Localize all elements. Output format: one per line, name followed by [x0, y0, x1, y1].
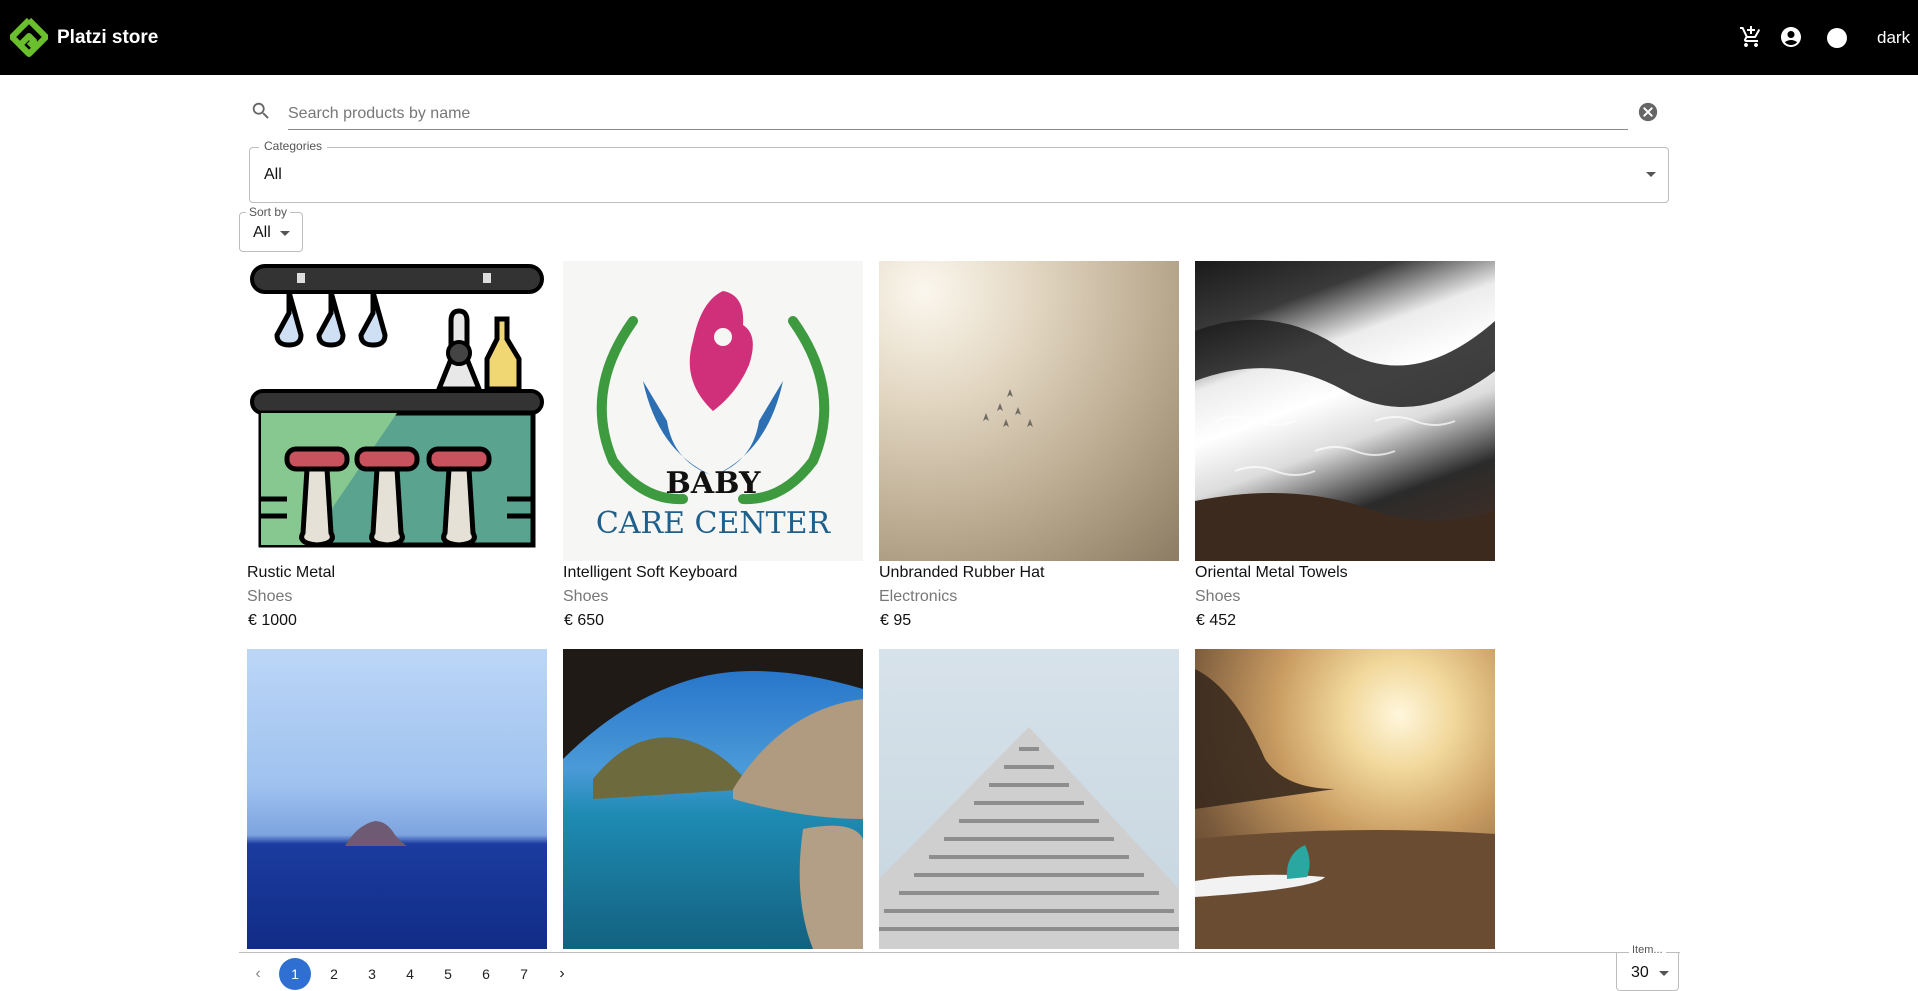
categories-value: All	[264, 166, 282, 183]
caret-down-icon	[1659, 971, 1669, 976]
next-page-icon[interactable]: ›	[546, 958, 578, 990]
page-button-4[interactable]: 4	[394, 958, 426, 990]
product-category: Shoes	[1195, 588, 1241, 605]
items-per-page-value: 30	[1631, 964, 1649, 981]
product-category: Shoes	[247, 588, 293, 605]
baby-logo-line1: BABY	[666, 466, 761, 501]
theme-label[interactable]: dark	[1877, 28, 1910, 48]
page-button-2[interactable]: 2	[318, 958, 350, 990]
product-image[interactable]	[1195, 261, 1495, 561]
caret-down-icon	[280, 231, 290, 236]
product-image[interactable]	[879, 649, 1179, 949]
search-bar	[248, 98, 1666, 130]
search-icon	[252, 102, 269, 119]
baby-logo-line2: CARE CENTER	[596, 506, 832, 541]
items-per-page-select[interactable]: 30	[1616, 952, 1679, 991]
product-name[interactable]: Intelligent Soft Keyboard	[563, 564, 737, 582]
clear-search-icon[interactable]	[1637, 101, 1659, 123]
product-price: € 95	[880, 612, 912, 629]
footer-divider	[239, 952, 1680, 953]
product-image[interactable]	[247, 261, 547, 561]
page-button-3[interactable]: 3	[356, 958, 388, 990]
search-input[interactable]	[288, 100, 1628, 130]
page-button-1[interactable]: 1	[279, 958, 311, 990]
product-price: € 1000	[248, 612, 297, 629]
product-image[interactable]	[879, 261, 1179, 561]
items-per-page-label: Item...	[1629, 944, 1666, 956]
product-category: Shoes	[563, 588, 609, 605]
brand-name[interactable]: Platzi store	[57, 27, 158, 49]
caret-down-icon	[1646, 172, 1656, 177]
product-image[interactable]: BABY CARE CENTER	[563, 261, 863, 561]
product-image[interactable]	[1195, 649, 1495, 949]
categories-label: Categories	[259, 139, 328, 153]
product-name[interactable]: Oriental Metal Towels	[1195, 564, 1348, 582]
sort-label: Sort by	[246, 205, 291, 219]
categories-select[interactable]: Categories All	[249, 139, 1669, 203]
platzi-logo-icon[interactable]	[10, 18, 48, 58]
sort-value: All	[253, 224, 271, 241]
cart-icon[interactable]	[1739, 25, 1763, 49]
theme-toggle[interactable]	[1827, 28, 1847, 48]
product-category: Electronics	[879, 588, 958, 605]
product-name[interactable]: Rustic Metal	[247, 564, 335, 582]
product-image[interactable]	[247, 649, 547, 949]
app-bar: Platzi store dark	[0, 0, 1918, 75]
sort-select[interactable]: Sort by All	[239, 205, 303, 252]
account-icon[interactable]	[1779, 25, 1803, 49]
product-price: € 650	[564, 612, 605, 629]
previous-page-icon[interactable]: ‹	[242, 958, 274, 990]
product-price: € 452	[1196, 612, 1237, 629]
page-button-7[interactable]: 7	[508, 958, 540, 990]
page-button-6[interactable]: 6	[470, 958, 502, 990]
page-button-5[interactable]: 5	[432, 958, 464, 990]
product-name[interactable]: Unbranded Rubber Hat	[879, 564, 1044, 582]
product-image[interactable]	[563, 649, 863, 949]
